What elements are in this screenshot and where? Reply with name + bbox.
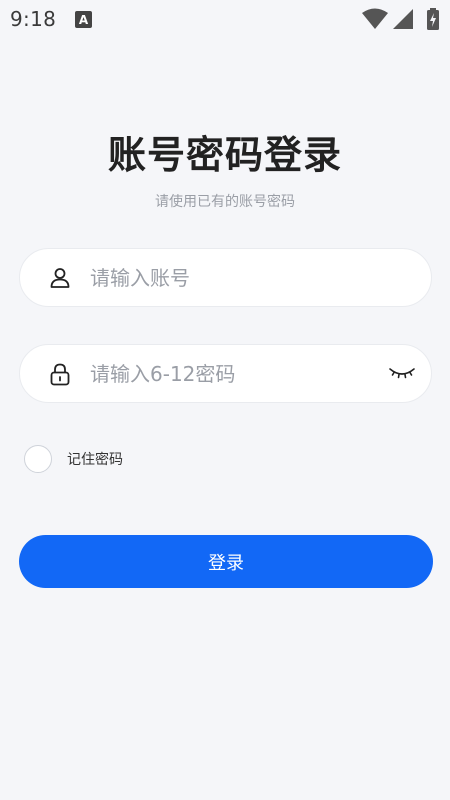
status-time: 9:18 xyxy=(10,7,57,31)
eye-closed-icon[interactable] xyxy=(389,365,415,383)
a-box-icon: A xyxy=(75,11,92,28)
remember-label: 记住密码 xyxy=(67,452,123,468)
lock-icon xyxy=(50,363,70,386)
svg-text:A: A xyxy=(79,13,89,27)
username-input[interactable] xyxy=(90,249,380,306)
status-bar: 9:18 A xyxy=(0,0,450,40)
battery-charging-icon xyxy=(427,8,439,30)
remember-password[interactable]: 记住密码 xyxy=(24,445,123,473)
username-field[interactable] xyxy=(19,248,432,307)
user-icon xyxy=(50,268,70,288)
page-title: 账号密码登录 xyxy=(107,133,342,177)
page-subtitle: 请使用已有的账号密码 xyxy=(155,194,295,210)
password-input[interactable] xyxy=(90,345,380,402)
login-button[interactable]: 登录 xyxy=(19,535,433,588)
wifi-icon xyxy=(362,8,388,29)
password-field[interactable] xyxy=(19,344,432,403)
signal-icon xyxy=(393,9,413,29)
remember-checkbox[interactable] xyxy=(24,445,52,473)
